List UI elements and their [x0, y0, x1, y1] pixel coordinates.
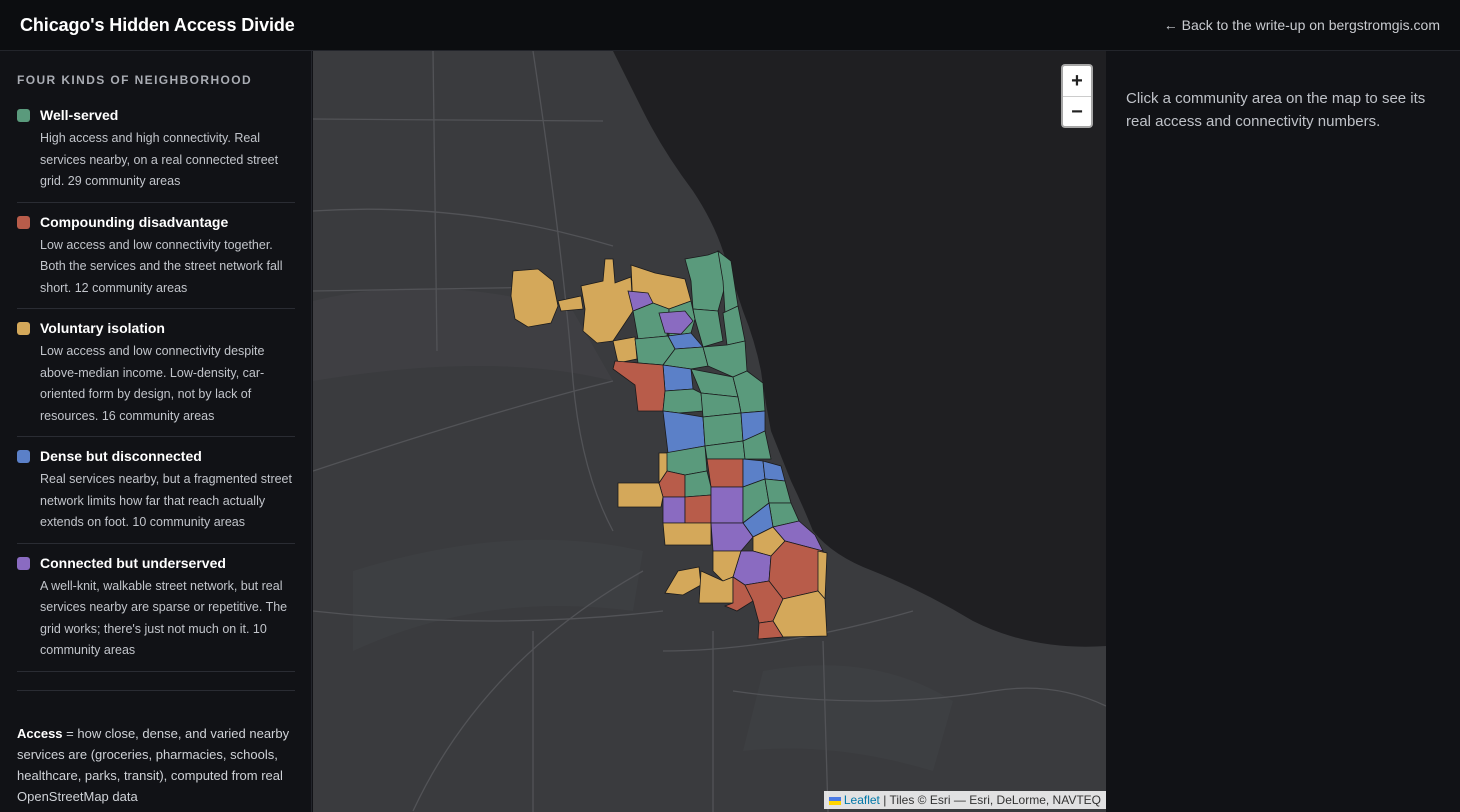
map-view[interactable]: + − Leaflet | Tiles © Esri — Esri, DeLor… [313, 51, 1106, 812]
back-to-writeup-link[interactable]: ← Back to the write-up on bergstromgis.c… [1164, 17, 1440, 33]
community-area[interactable] [684, 470, 712, 498]
legend-description: High access and high connectivity. Real … [40, 131, 279, 188]
tiles-credit: | Tiles © Esri — Esri, DeLorme, NAVTEQ [879, 793, 1101, 807]
legend-description: Real services nearby, but a fragmented s… [40, 472, 292, 529]
legend-name: Well-served [40, 107, 119, 123]
legend-section-title: FOUR KINDS OF NEIGHBORHOOD [17, 73, 253, 87]
ukraine-flag-icon [828, 796, 841, 805]
legend-item-voluntary-isolation: Voluntary isolation Low access and low c… [17, 320, 295, 437]
legend-item-connected-but-underserved: Connected but underserved A well-knit, w… [17, 555, 295, 672]
details-panel: Click a community area on the map to see… [1106, 51, 1460, 812]
community-area[interactable] [662, 496, 686, 524]
legend-swatch [17, 556, 30, 570]
community-area[interactable] [768, 540, 824, 600]
legend-sidebar: FOUR KINDS OF NEIGHBORHOOD Well-served H… [0, 51, 312, 812]
legend-swatch [17, 215, 30, 229]
community-area[interactable] [662, 522, 712, 546]
zoom-in-button[interactable]: + [1063, 66, 1091, 96]
top-bar: Chicago's Hidden Access Divide ← Back to… [0, 0, 1460, 51]
legend-name: Voluntary isolation [40, 320, 165, 336]
legend-name: Compounding disadvantage [40, 213, 229, 230]
details-prompt: Click a community area on the map to see… [1126, 90, 1426, 130]
legend-item-well-served: Well-served High access and high connect… [17, 107, 295, 203]
zoom-out-button[interactable]: − [1063, 96, 1091, 126]
community-area[interactable] [817, 550, 828, 601]
legend-swatch [17, 450, 30, 463]
basemap[interactable] [313, 51, 1106, 812]
community-area[interactable] [617, 482, 664, 508]
access-definition: Access = how close, dense, and varied ne… [17, 723, 297, 807]
legend-description: Low access and low connectivity despite … [40, 344, 265, 423]
app-title: Chicago's Hidden Access Divide [20, 14, 295, 35]
legend-description: A well-knit, walkable street network, bu… [40, 578, 288, 658]
community-area[interactable] [662, 364, 694, 392]
legend-item-dense-but-disconnected: Dense but disconnected Real services nea… [17, 448, 295, 544]
divider [17, 689, 295, 691]
legend-name: Dense but disconnected [40, 448, 202, 464]
leaflet-link[interactable]: Leaflet [844, 793, 880, 807]
community-area[interactable] [702, 412, 744, 447]
legend-swatch [17, 322, 30, 335]
community-area[interactable] [684, 494, 712, 524]
legend-name: Connected but underserved [40, 554, 226, 571]
glossary-term: Access [17, 725, 63, 741]
map-attribution: Leaflet | Tiles © Esri — Esri, DeLorme, … [823, 791, 1106, 809]
community-area[interactable] [662, 388, 704, 414]
community-area[interactable] [706, 458, 744, 488]
legend-swatch [17, 109, 30, 122]
community-area[interactable] [710, 486, 744, 524]
legend-item-compounding-disadvantage: Compounding disadvantage Low access and … [17, 213, 295, 309]
legend-description: Low access and low connectivity together… [40, 237, 283, 295]
zoom-control: + − [1061, 64, 1093, 128]
